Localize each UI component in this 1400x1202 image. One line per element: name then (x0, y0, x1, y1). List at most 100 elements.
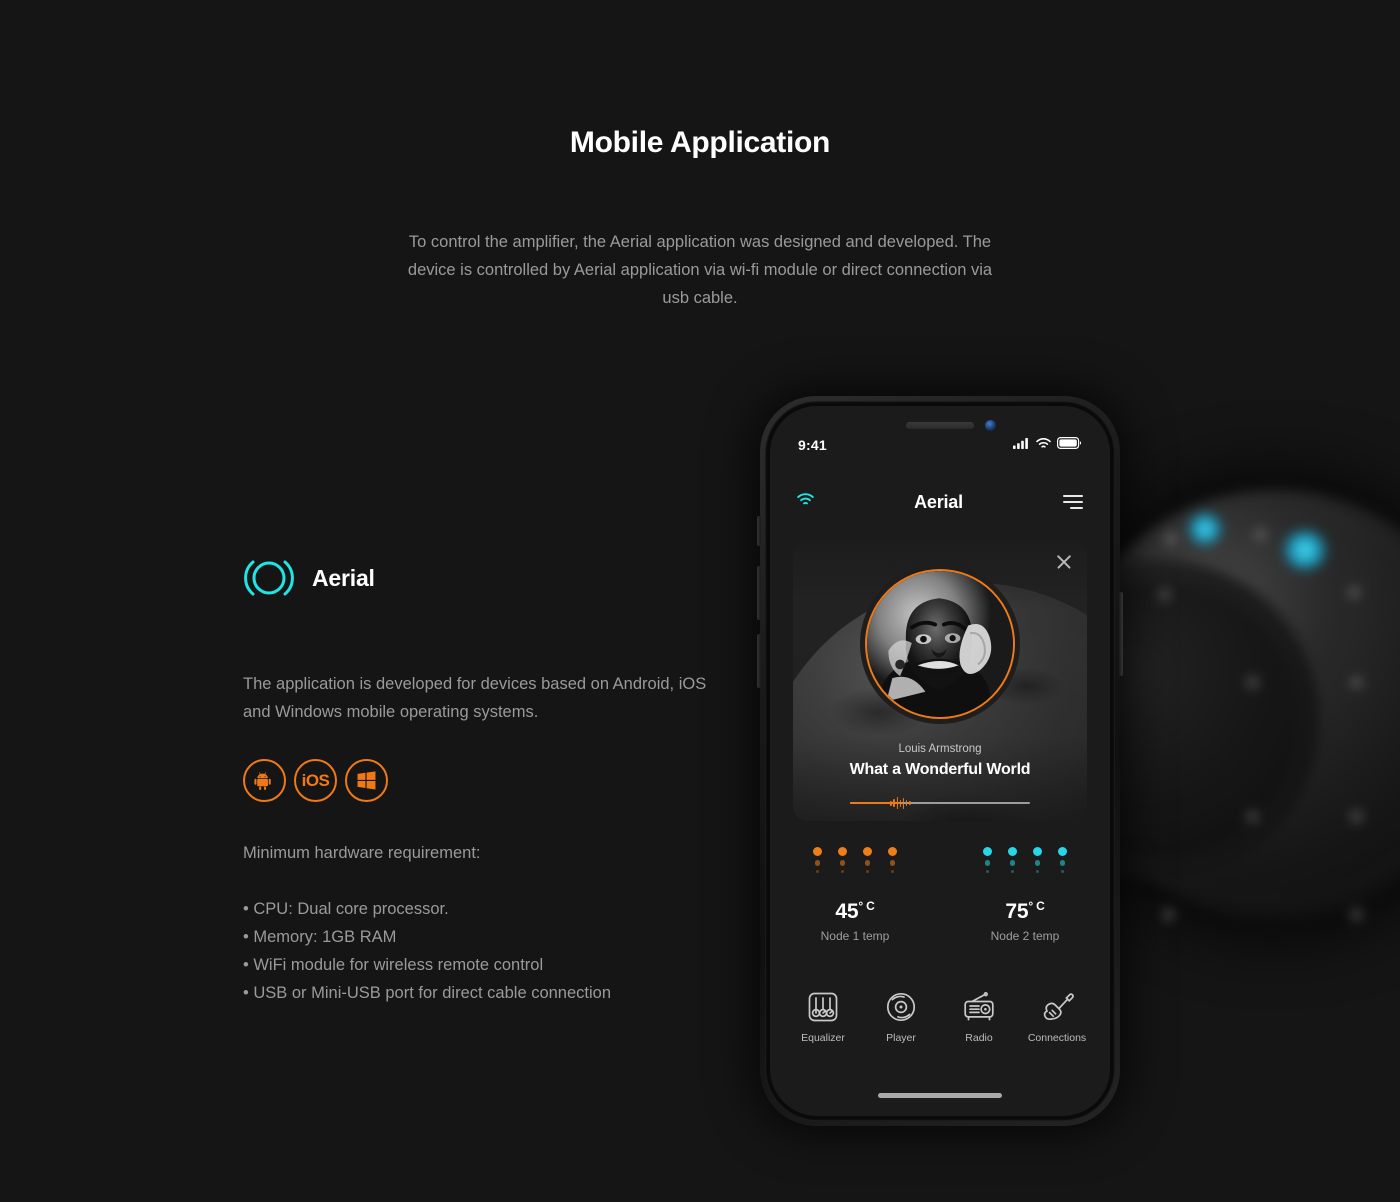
equalizer-icon (784, 986, 862, 1028)
temp-dot (865, 869, 870, 873)
list-item: • USB or Mini-USB port for direct cable … (243, 984, 612, 1002)
temp-dot-column (1008, 847, 1017, 873)
nav-label-connections: Connections (1027, 1032, 1087, 1044)
temp-dot (1009, 860, 1016, 866)
device-led-cyan-1 (1188, 512, 1222, 546)
temp-dot (1008, 847, 1017, 856)
platform-badge-windows[interactable] (345, 759, 388, 802)
temp-dot (840, 869, 845, 873)
brand-row: Aerial (243, 552, 713, 604)
temp-dot-column (983, 847, 992, 877)
temp-dot (984, 860, 991, 866)
status-bar-icons (1013, 436, 1082, 454)
status-bar: 9:41 (770, 434, 1110, 456)
list-item: • WiFi module for wireless remote contro… (243, 956, 544, 974)
requirements-title: Minimum hardware requirement: (243, 844, 481, 862)
phone-front-camera (985, 420, 996, 431)
temp-dot-column (1058, 847, 1067, 891)
track-title: What a Wonderful World (849, 761, 1031, 778)
platform-badge-ios[interactable]: iOS (294, 759, 337, 802)
temp-dot (1059, 860, 1066, 866)
signal-bars-icon (1013, 436, 1030, 454)
guitar-icon (1018, 986, 1096, 1028)
app-title: Aerial (914, 491, 963, 512)
nav-item-radio[interactable]: Radio (940, 986, 1018, 1044)
temp-dot (864, 860, 871, 866)
device-outer-ring (1080, 510, 1400, 900)
app-header: Aerial (770, 484, 1110, 520)
temp-dot (815, 869, 820, 873)
phone-volume-up-button[interactable] (757, 566, 761, 620)
temp-node-2-dots (940, 843, 1110, 891)
album-art[interactable] (865, 569, 1015, 719)
radio-icon (940, 986, 1018, 1028)
nav-label-radio: Radio (965, 1032, 993, 1044)
platform-badges: iOS (243, 759, 713, 802)
nav-item-connections[interactable]: Connections (1018, 986, 1096, 1044)
temp-dot (1060, 869, 1065, 873)
playback-progress-slider[interactable] (850, 797, 1030, 809)
phone-silent-switch[interactable] (757, 516, 761, 546)
hamburger-menu-icon[interactable] (1062, 495, 1083, 509)
close-icon[interactable] (1055, 553, 1073, 571)
temperature-nodes: 45° C Node 1 temp 75° C Node 2 temp (770, 843, 1110, 943)
page-title: Mobile Application (569, 126, 831, 159)
phone-earpiece-speaker (906, 422, 974, 429)
nav-item-player[interactable]: Player (862, 986, 940, 1044)
wifi-icon (1036, 436, 1051, 454)
phone-volume-down-button[interactable] (757, 634, 761, 688)
temp-node-2-unit: ° C (1028, 899, 1045, 913)
temp-node-1-number: 45 (835, 900, 859, 923)
temp-node-1-label: Node 1 temp (820, 929, 890, 943)
temp-dot (838, 847, 847, 856)
nav-label-equalizer: Equalizer (801, 1032, 845, 1044)
battery-icon (1057, 436, 1082, 454)
bottom-navigation: Equalizer Player Radio Connections (770, 986, 1110, 1044)
temp-node-1-value: 45° C (770, 899, 940, 924)
temp-dot (814, 860, 821, 866)
aerial-circle-logo-icon (243, 555, 295, 601)
phone-power-button[interactable] (1119, 592, 1123, 676)
temp-node-1: 45° C Node 1 temp (770, 843, 940, 943)
temp-dot (1035, 869, 1040, 873)
temp-node-1-dots (770, 843, 940, 891)
list-item: • CPU: Dual core processor. (243, 900, 449, 918)
device-screw-dot (1352, 678, 1361, 687)
vinyl-disc-icon (862, 986, 940, 1028)
nav-label-player: Player (886, 1032, 916, 1044)
left-content-column: Aerial The application is developed for … (243, 552, 713, 1007)
temp-dot-column (838, 847, 847, 881)
temp-dot-column (813, 847, 822, 873)
temp-dot (890, 869, 895, 873)
wifi-status-icon[interactable] (797, 493, 814, 511)
device-screw-dot (1350, 588, 1359, 597)
device-screw-dot (1352, 910, 1361, 919)
now-playing-card: Louis Armstrong What a Wonderful World (793, 541, 1087, 821)
device-screw-dot (1256, 530, 1265, 539)
device-screw-dot (1352, 812, 1361, 821)
temp-dot (1034, 860, 1041, 866)
device-screw-dot (1248, 812, 1257, 821)
temp-dot (889, 860, 896, 866)
device-screw-dot (1160, 590, 1169, 599)
requirements-list: • CPU: Dual core processor. • Memory: 1G… (243, 895, 713, 1007)
device-screw-dot (1166, 534, 1175, 543)
device-screw-dot (1164, 910, 1173, 919)
left-description-text: The application is developed for devices… (243, 675, 707, 721)
phone-mockup: 9:41 Aerial Louis Armstrong What a Wonde… (757, 396, 1123, 1126)
temp-dot (863, 847, 872, 856)
platform-badge-android[interactable] (243, 759, 286, 802)
progress-thumb-waveform[interactable] (890, 797, 911, 809)
brand-name: Aerial (312, 564, 375, 591)
temp-node-2: 75° C Node 2 temp (940, 843, 1110, 943)
temp-node-2-label: Node 2 temp (990, 929, 1060, 943)
home-indicator[interactable] (878, 1093, 1002, 1098)
temp-dot (985, 869, 990, 873)
windows-icon (356, 770, 377, 791)
status-bar-time: 9:41 (798, 437, 827, 453)
temp-dot (813, 847, 822, 856)
temp-node-2-number: 75 (1005, 900, 1029, 923)
device-screw-dot (1248, 678, 1257, 687)
nav-item-equalizer[interactable]: Equalizer (784, 986, 862, 1044)
device-led-cyan-2 (1282, 530, 1328, 570)
